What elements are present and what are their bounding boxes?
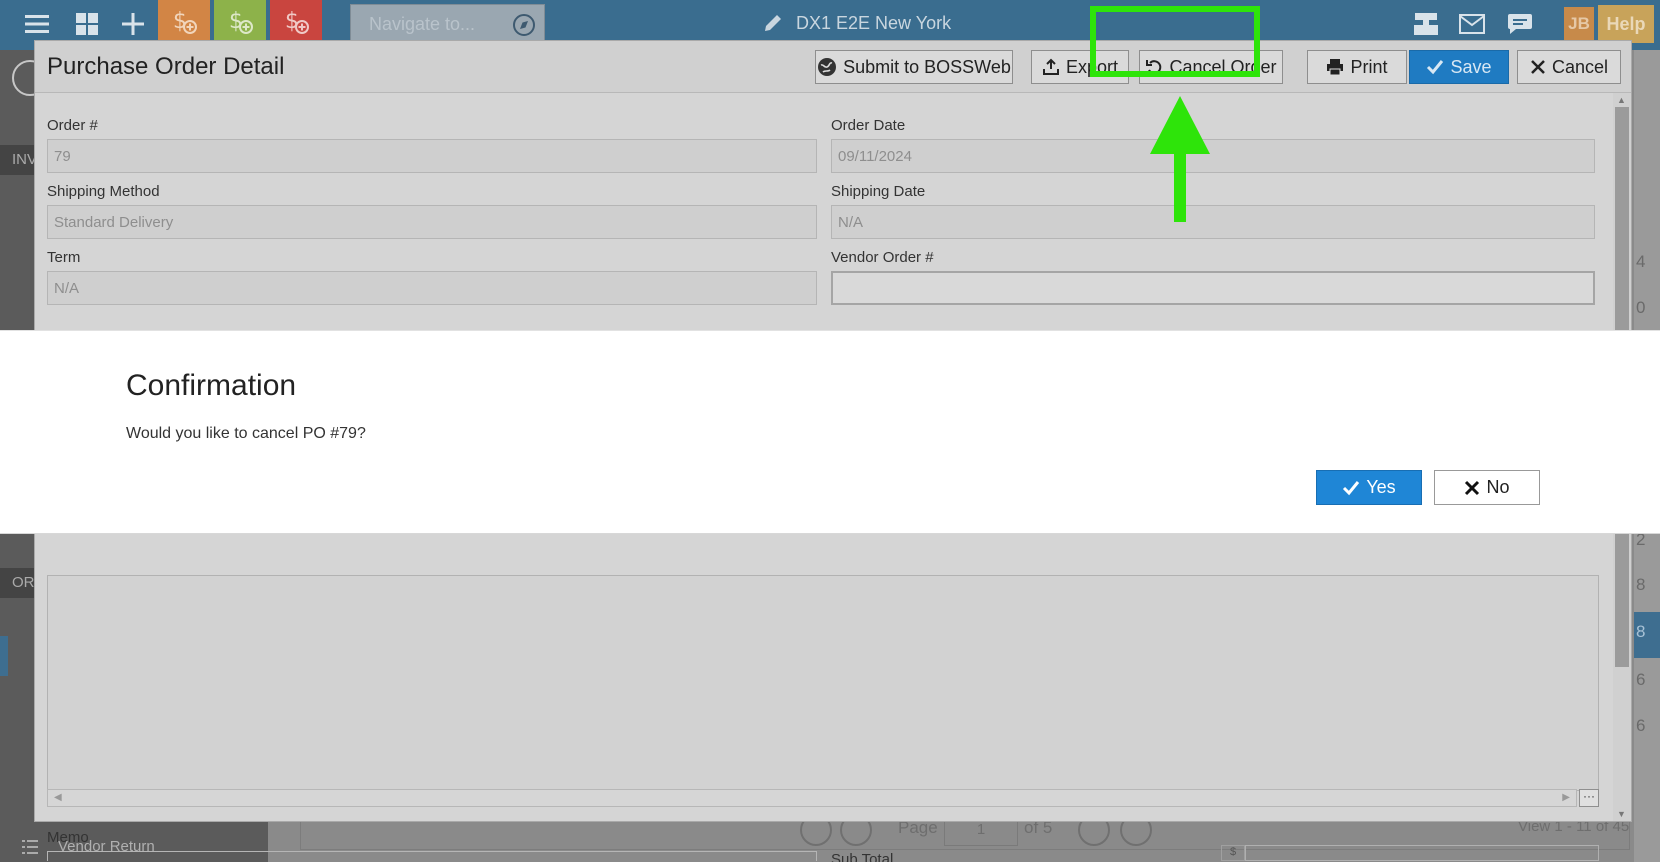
memo-field[interactable] xyxy=(47,851,817,861)
printer-icon xyxy=(1327,59,1344,76)
shipping-method-label: Shipping Method xyxy=(47,183,160,200)
add-refund-tile-icon[interactable]: $ xyxy=(270,0,322,42)
cancel-order-label: Cancel Order xyxy=(1169,56,1277,77)
pencil-icon[interactable] xyxy=(762,12,784,34)
add-payment-tile-icon[interactable]: $ xyxy=(214,0,266,42)
checkmark-icon xyxy=(1427,60,1444,75)
background-cell: 8 xyxy=(1636,622,1646,641)
close-icon xyxy=(1465,480,1480,495)
export-icon xyxy=(1042,58,1059,75)
term-field[interactable]: N/A xyxy=(47,271,817,305)
confirmation-dialog: Confirmation Would you like to cancel PO… xyxy=(0,330,1660,534)
scroll-right-icon[interactable]: ▶ xyxy=(1562,792,1570,803)
background-cell: 6 xyxy=(1636,670,1646,689)
export-label: Export xyxy=(1065,56,1119,77)
pointer-arrow-icon xyxy=(1150,96,1210,222)
no-label: No xyxy=(1486,477,1510,497)
order-number-label: Order # xyxy=(47,117,98,134)
confirmation-message: Would you like to cancel PO #79? xyxy=(126,425,366,442)
sidebar-section-inventory: INV xyxy=(0,145,37,175)
scroll-down-icon[interactable]: ▼ xyxy=(1617,809,1626,819)
background-cell: 6 xyxy=(1636,716,1646,735)
list-icon xyxy=(22,839,38,854)
shipping-date-label: Shipping Date xyxy=(831,183,926,200)
shipping-method-field[interactable]: Standard Delivery xyxy=(47,205,817,239)
yes-label: Yes xyxy=(1366,477,1396,497)
store-title: DX1 E2E New York xyxy=(762,12,951,34)
confirmation-title: Confirmation xyxy=(126,369,297,402)
save-button[interactable]: Save xyxy=(1409,50,1509,84)
sidebar-section-orders-label: OR xyxy=(12,574,35,591)
po-modal-header: Purchase Order Detail Submit to BOSSWeb … xyxy=(35,41,1631,93)
cancel-label: Cancel xyxy=(1551,56,1609,77)
cancel-button[interactable]: Cancel xyxy=(1517,50,1621,84)
no-button[interactable]: No xyxy=(1434,470,1540,505)
navigate-to-input[interactable]: Navigate to... xyxy=(350,4,545,44)
submit-to-bossweb-label: Submit to BOSSWeb xyxy=(843,56,1011,77)
subtotal-field xyxy=(1245,845,1599,861)
order-number-field[interactable]: 79 xyxy=(47,139,817,173)
print-button[interactable]: Print xyxy=(1307,50,1407,84)
memo-label: Memo xyxy=(47,829,89,846)
undo-icon xyxy=(1146,60,1162,75)
user-avatar[interactable]: JB xyxy=(1564,7,1594,41)
scroll-up-icon[interactable]: ▲ xyxy=(1617,95,1626,105)
subtotal-label: Sub Total xyxy=(831,851,894,862)
print-label: Print xyxy=(1350,56,1388,77)
order-items-grid xyxy=(47,575,1599,791)
cancel-order-button[interactable]: Cancel Order xyxy=(1139,50,1283,84)
scroll-left-icon[interactable]: ◀ xyxy=(54,792,62,803)
close-icon xyxy=(1531,60,1545,74)
submit-to-bossweb-button[interactable]: Submit to BOSSWeb xyxy=(815,50,1013,84)
background-cell: 0 xyxy=(1636,298,1646,317)
export-button[interactable]: Export xyxy=(1031,50,1129,84)
order-date-field[interactable]: 09/11/2024 xyxy=(831,139,1595,173)
help-button[interactable]: Help xyxy=(1598,5,1654,43)
shipping-date-field[interactable]: N/A xyxy=(831,205,1595,239)
save-label: Save xyxy=(1450,56,1492,77)
po-modal-title: Purchase Order Detail xyxy=(47,53,285,80)
background-cell: 4 xyxy=(1636,252,1646,271)
checkmark-icon xyxy=(1343,480,1360,495)
globe-icon xyxy=(818,58,837,76)
user-initials: JB xyxy=(1568,14,1590,33)
sidebar-active-indicator xyxy=(0,636,8,676)
sidebar-section-orders: OR xyxy=(0,568,35,598)
navigate-placeholder: Navigate to... xyxy=(369,13,476,34)
vendor-order-input[interactable] xyxy=(831,271,1595,305)
compass-icon xyxy=(513,14,535,36)
order-date-label: Order Date xyxy=(831,117,906,134)
help-label: Help xyxy=(1606,13,1646,34)
vendor-order-label: Vendor Order # xyxy=(831,249,934,266)
add-sale-tile-icon[interactable]: $ xyxy=(158,0,210,42)
currency-symbol: $ xyxy=(1221,845,1245,861)
term-label: Term xyxy=(47,249,81,266)
grid-more-options-button[interactable]: ··· xyxy=(1579,789,1599,807)
grid-horizontal-scrollbar[interactable]: ◀ ▶ xyxy=(47,789,1577,807)
store-name: DX1 E2E New York xyxy=(796,12,952,33)
yes-button[interactable]: Yes xyxy=(1316,470,1422,505)
background-cell: 8 xyxy=(1636,575,1646,594)
